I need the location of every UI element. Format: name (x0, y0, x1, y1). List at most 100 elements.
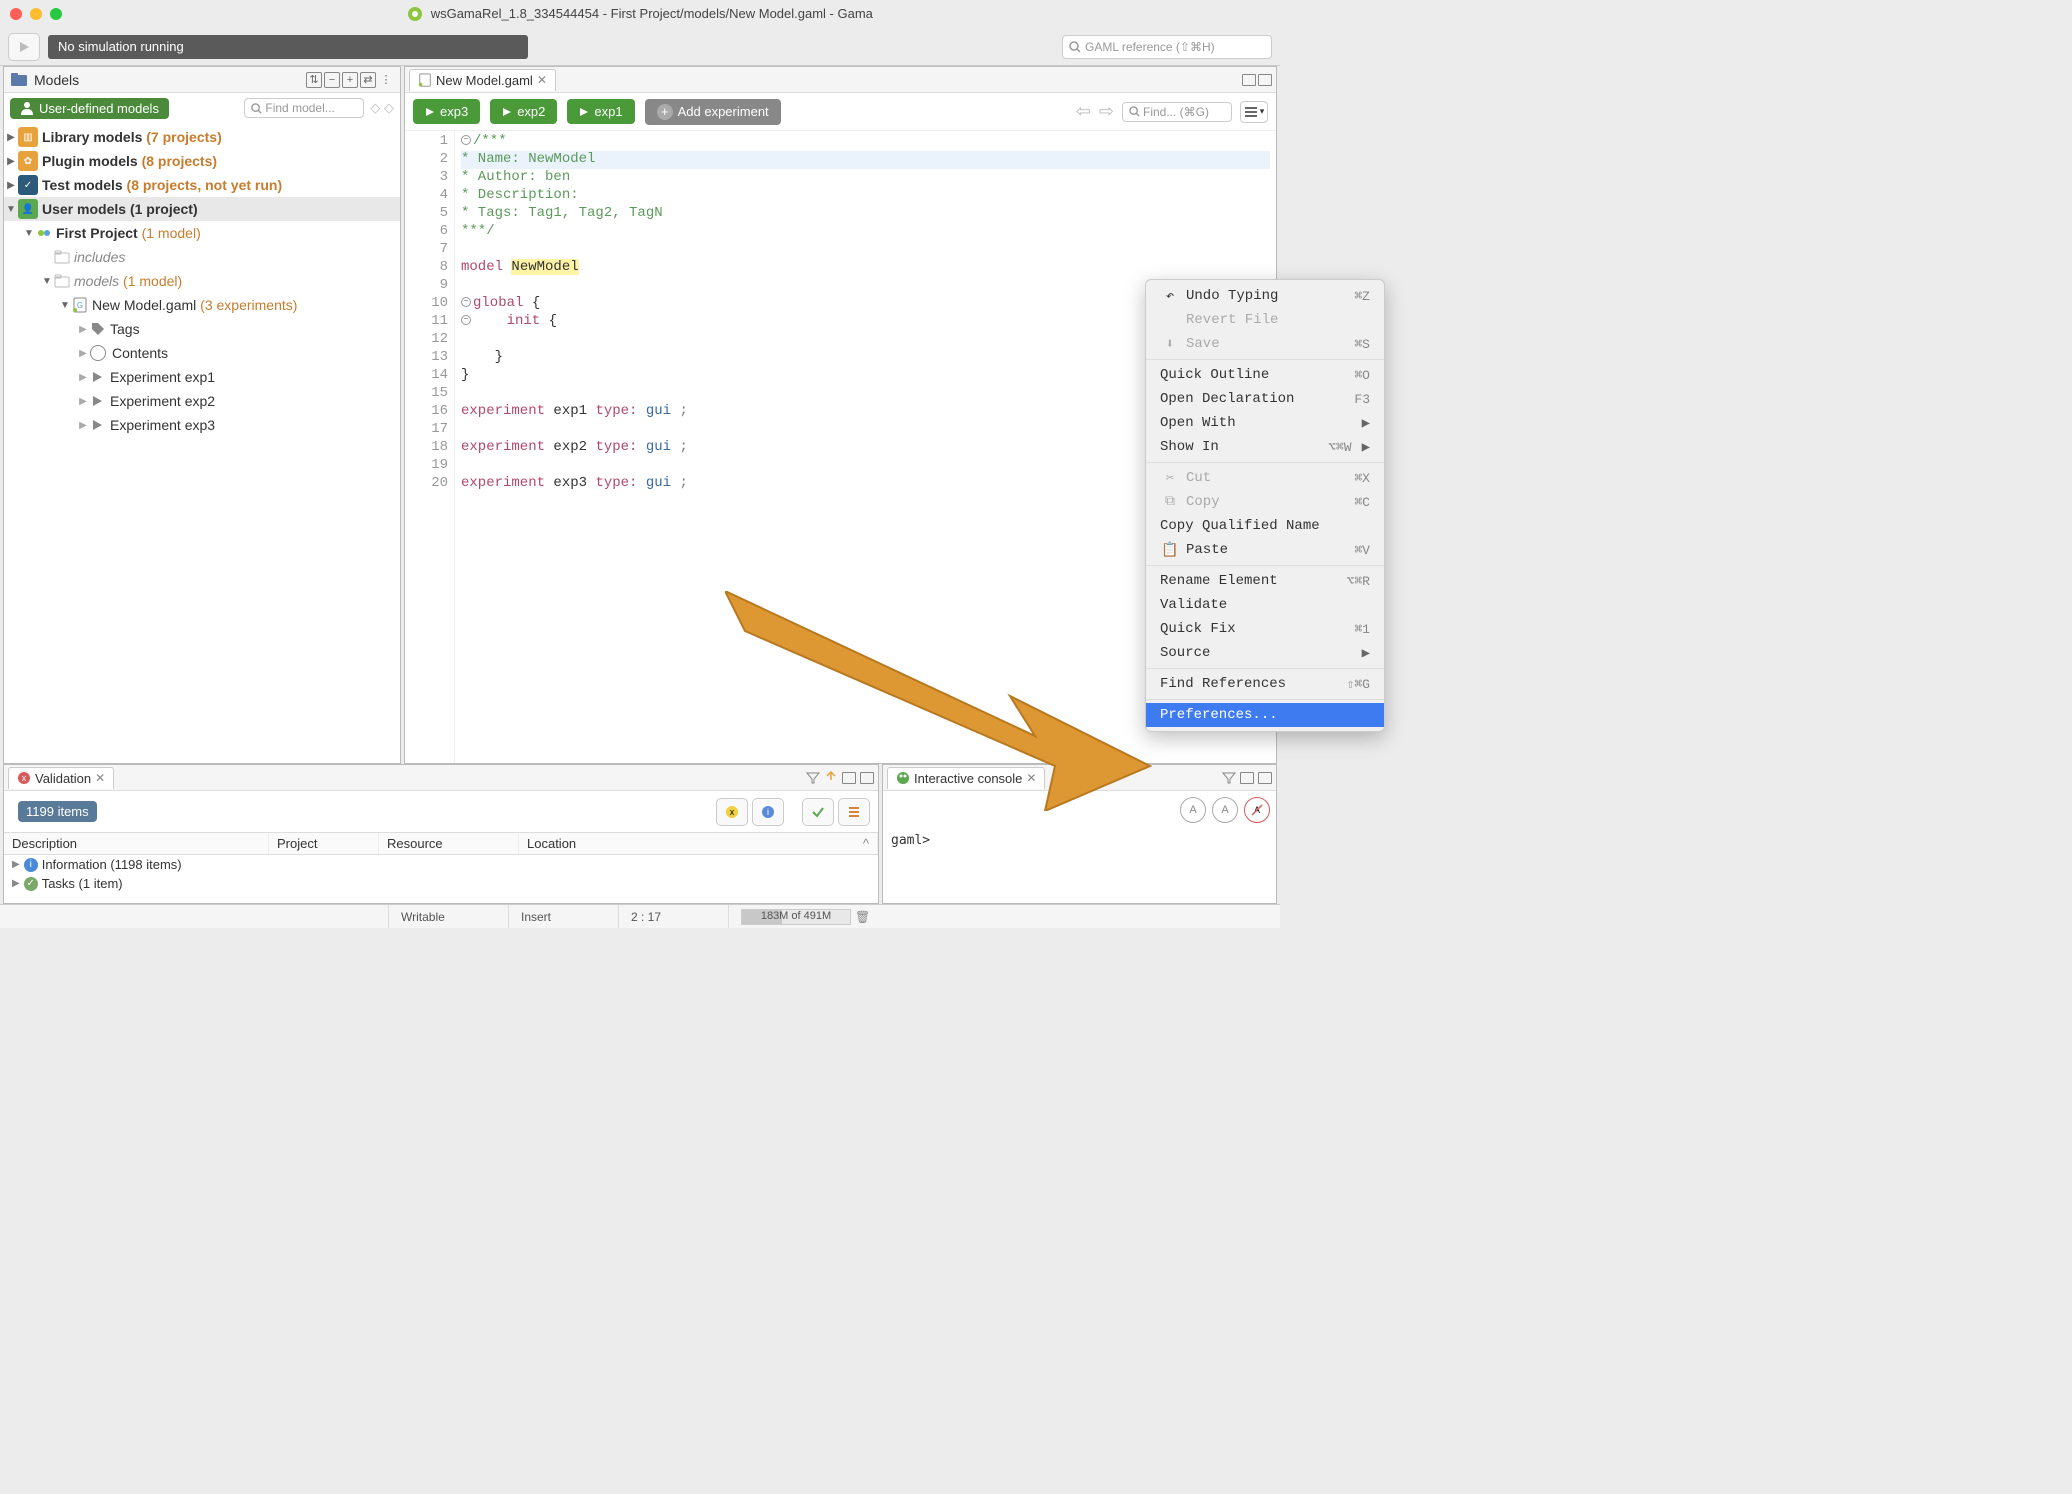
clear-console-button[interactable]: A (1244, 797, 1270, 823)
globe-icon (90, 345, 106, 361)
sort-button[interactable]: ⇅ (306, 72, 322, 88)
validate-button[interactable] (802, 798, 834, 826)
find-model-input[interactable]: Find model... (244, 98, 364, 118)
status-insert: Insert (508, 905, 618, 928)
editor-area: New Model.gaml ✕ exp3 exp2 exp1 +Add exp… (404, 66, 1277, 764)
run-button[interactable] (8, 33, 40, 61)
ctx-show-in[interactable]: Show In⌥⌘W▶ (1146, 435, 1384, 459)
ctx-open-with[interactable]: Open With▶ (1146, 411, 1384, 435)
submenu-arrow-icon: ▶ (1362, 415, 1370, 432)
window-minimize-button[interactable] (30, 8, 42, 20)
ctx-preferences[interactable]: Preferences... (1146, 703, 1384, 727)
editor-context-menu: ↶Undo Typing⌘Z Revert File ⬇Save⌘S Quick… (1145, 279, 1385, 732)
cut-icon: ✂ (1160, 470, 1180, 487)
tree-exp1[interactable]: ▶ Experiment exp1 (4, 365, 400, 389)
ctx-quick-fix[interactable]: Quick Fix⌘1 (1146, 617, 1384, 641)
tree-group-user[interactable]: ▼ 👤 User models (1 project) (4, 197, 400, 221)
tag-icon (90, 321, 106, 337)
gaml-reference-search[interactable]: GAML reference (⇧⌘H) (1062, 35, 1272, 59)
tree-group-library[interactable]: ▶ ▥ Library models (7 projects) (4, 125, 400, 149)
col-resource[interactable]: Resource (379, 833, 519, 854)
minimize-view-button[interactable] (842, 772, 856, 784)
tree-group-test[interactable]: ▶ ✓ Test models (8 projects, not yet run… (4, 173, 400, 197)
run-exp2-button[interactable]: exp2 (490, 99, 557, 124)
collapse-button[interactable]: − (324, 72, 340, 88)
add-experiment-button[interactable]: +Add experiment (645, 99, 781, 125)
font-increase-button[interactable]: A (1212, 797, 1238, 823)
col-location[interactable]: Location^ (519, 833, 878, 854)
ctx-copy-qualified-name[interactable]: Copy Qualified Name (1146, 514, 1384, 538)
close-icon[interactable]: ✕ (1026, 771, 1036, 785)
tree-contents[interactable]: ▶ Contents (4, 341, 400, 365)
console-tab[interactable]: Interactive console ✕ (887, 767, 1045, 789)
ctx-source[interactable]: Source▶ (1146, 641, 1384, 665)
outline-button[interactable]: ▾ (1240, 101, 1268, 123)
tree-exp2[interactable]: ▶ Experiment exp2 (4, 389, 400, 413)
play-icon (90, 370, 104, 384)
validation-tab[interactable]: x Validation ✕ (8, 767, 114, 789)
test-button[interactable] (838, 798, 870, 826)
validation-table-header: Description Project Resource Location^ (4, 832, 878, 855)
filter-icon[interactable] (1222, 771, 1236, 785)
status-heap[interactable]: 183M of 491M 🗑 (728, 905, 882, 928)
link-button[interactable]: ⇄ (360, 72, 376, 88)
minimize-view-button[interactable] (1240, 772, 1254, 784)
expand-button[interactable]: + (342, 72, 358, 88)
validation-row-info[interactable]: ▶iInformation (1198 items) (4, 855, 878, 874)
project-icon (36, 225, 52, 241)
user-icon: 👤 (18, 199, 38, 219)
tree-tags[interactable]: ▶ Tags (4, 317, 400, 341)
validation-row-tasks[interactable]: ▶✓Tasks (1 item) (4, 874, 878, 893)
svg-text:x: x (730, 807, 735, 817)
ctx-save: ⬇Save⌘S (1146, 332, 1384, 356)
ctx-undo[interactable]: ↶Undo Typing⌘Z (1146, 284, 1384, 308)
view-menu-button[interactable]: ⋮ (378, 72, 394, 88)
tree-model-file[interactable]: ▼ G New Model.gaml (3 experiments) (4, 293, 400, 317)
nav-forward-button[interactable]: ⇨ (1099, 101, 1114, 122)
font-decrease-button[interactable]: A (1180, 797, 1206, 823)
ctx-validate[interactable]: Validate (1146, 593, 1384, 617)
trash-icon[interactable]: 🗑 (855, 910, 870, 924)
maximize-view-button[interactable] (860, 772, 874, 784)
run-exp1-button[interactable]: exp1 (567, 99, 634, 124)
user-defined-models-badge[interactable]: User-defined models (10, 98, 169, 119)
search-icon (1129, 106, 1140, 117)
editor-tab[interactable]: New Model.gaml ✕ (409, 69, 556, 91)
tree-group-plugin[interactable]: ▶ ✿ Plugin models (8 projects) (4, 149, 400, 173)
warning-filter-button[interactable]: x (716, 798, 748, 826)
ctx-rename[interactable]: Rename Element⌥⌘R (1146, 569, 1384, 593)
run-exp3-button[interactable]: exp3 (413, 99, 480, 124)
close-tab-icon[interactable]: ✕ (537, 73, 547, 87)
console-output[interactable]: gaml> (883, 829, 1276, 903)
minimize-view-button[interactable] (1242, 74, 1256, 86)
ctx-quick-outline[interactable]: Quick Outline⌘O (1146, 363, 1384, 387)
tree-project[interactable]: ▼ First Project (1 model) (4, 221, 400, 245)
info-filter-button[interactable]: i (752, 798, 784, 826)
col-project[interactable]: Project (269, 833, 379, 854)
close-icon[interactable]: ✕ (95, 771, 105, 785)
info-icon: i (24, 858, 38, 872)
ctx-paste[interactable]: 📋Paste⌘V (1146, 538, 1384, 562)
folder-icon (54, 274, 70, 288)
tree-exp3[interactable]: ▶ Experiment exp3 (4, 413, 400, 437)
maximize-view-button[interactable] (1258, 74, 1272, 86)
maximize-view-button[interactable] (1258, 772, 1272, 784)
nav-back-button[interactable]: ⇦ (1076, 101, 1091, 122)
tree-includes[interactable]: includes (4, 245, 400, 269)
ctx-find-references[interactable]: Find References⇧⌘G (1146, 672, 1384, 696)
tree-models-folder[interactable]: ▼ models (1 model) (4, 269, 400, 293)
main-toolbar: No simulation running GAML reference (⇧⌘… (0, 28, 1280, 66)
window-close-button[interactable] (10, 8, 22, 20)
ctx-open-declaration[interactable]: Open DeclarationF3 (1146, 387, 1384, 411)
nav-arrows[interactable]: ◇ ◇ (370, 100, 394, 116)
col-description[interactable]: Description (4, 833, 269, 854)
validation-panel: x Validation ✕ 1199 items x i (3, 764, 879, 904)
filter-icon[interactable] (806, 771, 820, 785)
editor-find-input[interactable]: Find... (⌘G) (1122, 102, 1232, 122)
code-editor[interactable]: 1234567891011121314151617181920 −/*** * … (405, 131, 1276, 763)
ctx-cut: ✂Cut⌘X (1146, 466, 1384, 490)
window-zoom-button[interactable] (50, 8, 62, 20)
submenu-arrow-icon: ▶ (1362, 439, 1370, 456)
export-icon[interactable] (824, 771, 838, 785)
save-icon: ⬇ (1160, 336, 1180, 353)
